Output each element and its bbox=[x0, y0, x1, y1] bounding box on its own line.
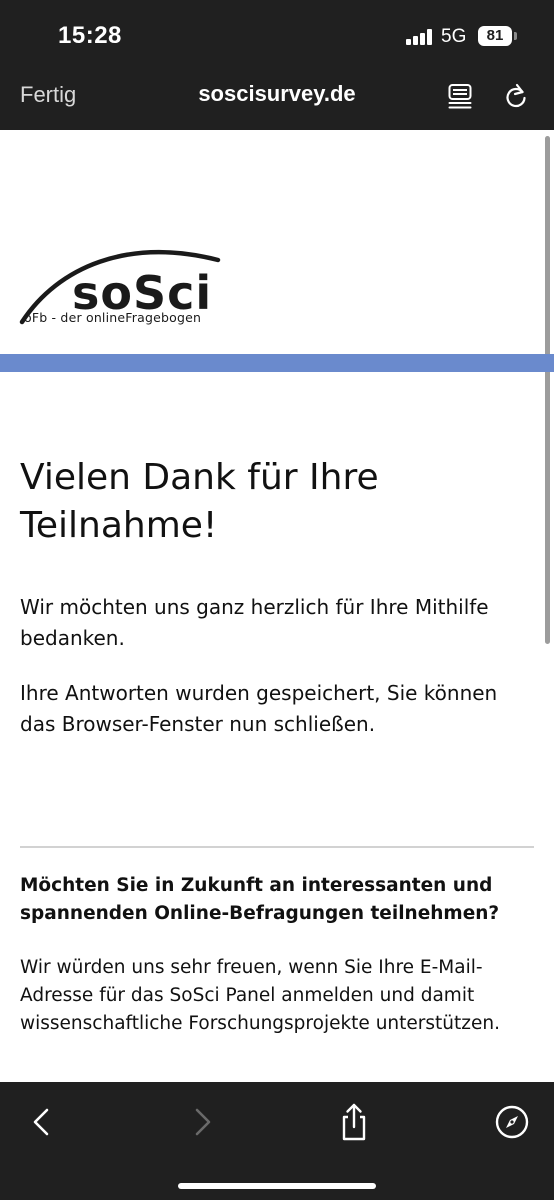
panel-invite-text: Wir würden uns sehr freuen, wenn Sie Ihr… bbox=[20, 957, 500, 1034]
status-bar: 15:28 5G 81 bbox=[0, 0, 554, 64]
url-text: soscisurvey.de bbox=[198, 81, 356, 106]
divider bbox=[20, 846, 534, 848]
page-scrollbar[interactable] bbox=[545, 136, 550, 644]
browser-top-bar: Fertig soscisurvey.de bbox=[0, 64, 554, 130]
cellular-signal-icon bbox=[406, 29, 432, 45]
thank-you-text: Wir möchten uns ganz herzlich für Ihre M… bbox=[20, 595, 489, 650]
network-type: 5G bbox=[441, 26, 467, 47]
chevron-right-icon[interactable] bbox=[182, 1102, 222, 1142]
chevron-left-icon[interactable] bbox=[22, 1102, 62, 1142]
battery-icon: 81 bbox=[478, 26, 512, 46]
header-accent-bar bbox=[0, 354, 554, 372]
status-time: 15:28 bbox=[58, 22, 122, 49]
compass-icon[interactable] bbox=[492, 1102, 532, 1142]
done-button[interactable]: Fertig bbox=[20, 82, 76, 108]
logo-subtitle: oFb - der onlineFragebogen bbox=[24, 310, 202, 325]
url-field[interactable]: soscisurvey.de bbox=[180, 64, 374, 130]
reader-mode-icon[interactable] bbox=[448, 82, 472, 110]
reload-icon[interactable] bbox=[504, 82, 528, 110]
home-indicator[interactable] bbox=[178, 1183, 376, 1189]
web-page[interactable]: soSci oFb - der onlineFragebogen Vielen … bbox=[0, 130, 554, 1082]
browser-bottom-bar bbox=[0, 1082, 554, 1200]
battery-tip bbox=[514, 32, 517, 40]
page-title: Vielen Dank für Ihre Teilnahme! bbox=[20, 457, 379, 546]
panel-invite-title: Möchten Sie in Zukunft an interessanten … bbox=[20, 875, 500, 924]
battery-level: 81 bbox=[486, 27, 504, 44]
share-icon[interactable] bbox=[334, 1102, 374, 1142]
saved-notice-text: Ihre Antworten wurden gespeichert, Sie k… bbox=[20, 681, 498, 736]
